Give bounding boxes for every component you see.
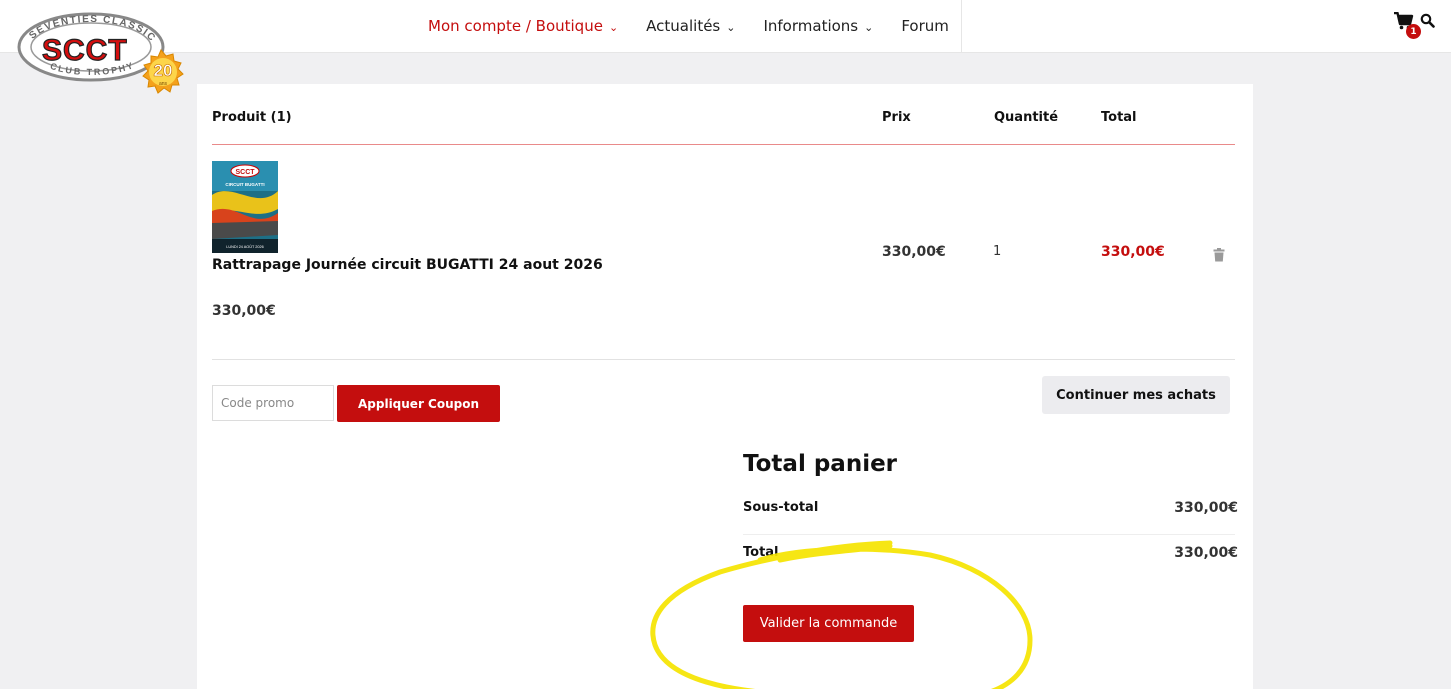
nav-item-forum[interactable]: Forum bbox=[901, 17, 949, 35]
promo-code-input[interactable] bbox=[212, 385, 334, 421]
chevron-down-icon: ⌄ bbox=[726, 20, 736, 34]
col-header-product: Produit (1) bbox=[212, 110, 292, 125]
row-quantity[interactable]: 1 bbox=[993, 244, 1001, 259]
main-nav: Mon compte / Boutique ⌄ Actualités ⌄ Inf… bbox=[428, 0, 962, 52]
cart-count-badge: 1 bbox=[1406, 24, 1421, 39]
subtotal-value: 330,00€ bbox=[1174, 500, 1238, 516]
remove-item-button[interactable] bbox=[1213, 247, 1225, 262]
total-value: 330,00€ bbox=[1174, 545, 1238, 561]
cart-button[interactable]: 1 bbox=[1394, 11, 1421, 39]
anniversary-sub: ans bbox=[159, 81, 168, 87]
product-thumbnail[interactable]: SCCT CIRCUIT BUGATTI LUNDI 24 AOÛT 2026 bbox=[212, 161, 278, 253]
row-price: 330,00€ bbox=[882, 244, 946, 260]
header-divider bbox=[212, 144, 1235, 145]
product-poster-image: SCCT CIRCUIT BUGATTI LUNDI 24 AOÛT 2026 bbox=[212, 161, 278, 253]
nav-item-label: Informations bbox=[763, 17, 859, 35]
cart-card: Produit (1) Prix Quantité Total SCCT CIR… bbox=[197, 84, 1253, 689]
scct-logo-graphic: SEVENTIES CLASSIC CLUB TROPHY SCCT 20 an… bbox=[17, 12, 184, 94]
col-header-price: Prix bbox=[882, 110, 911, 125]
top-bar: Mon compte / Boutique ⌄ Actualités ⌄ Inf… bbox=[0, 0, 1451, 53]
trash-icon bbox=[1213, 248, 1225, 262]
nav-item-label: Forum bbox=[901, 17, 949, 35]
nav-item-actualites[interactable]: Actualités ⌄ bbox=[646, 17, 735, 35]
site-logo[interactable]: SEVENTIES CLASSIC CLUB TROPHY SCCT 20 an… bbox=[16, 10, 201, 100]
cart-totals-title: Total panier bbox=[743, 451, 898, 477]
checkout-button[interactable]: Valider la commande bbox=[743, 605, 914, 642]
row-total: 330,00€ bbox=[1101, 244, 1165, 260]
totals-divider bbox=[743, 534, 1235, 535]
total-label: Total bbox=[743, 545, 779, 560]
product-name-link[interactable]: Rattrapage Journée circuit BUGATTI 24 ao… bbox=[212, 257, 603, 273]
nav-item-mon-compte[interactable]: Mon compte / Boutique ⌄ bbox=[428, 17, 618, 35]
subtotal-label: Sous-total bbox=[743, 500, 819, 515]
chevron-down-icon: ⌄ bbox=[864, 20, 874, 34]
col-header-total: Total bbox=[1101, 110, 1137, 125]
poster-date: LUNDI 24 AOÛT 2026 bbox=[226, 244, 264, 249]
search-button[interactable] bbox=[1420, 13, 1436, 29]
poster-title: SCCT bbox=[235, 169, 255, 176]
poster-subtitle: CIRCUIT BUGATTI bbox=[225, 182, 264, 187]
chevron-down-icon: ⌄ bbox=[608, 20, 619, 34]
nav-item-informations[interactable]: Informations ⌄ bbox=[763, 17, 873, 35]
apply-coupon-button[interactable]: Appliquer Coupon bbox=[337, 385, 500, 422]
nav-item-label: Actualités bbox=[646, 17, 721, 35]
logo-text: SCCT bbox=[42, 34, 128, 67]
row-divider bbox=[212, 359, 1235, 360]
continue-shopping-button[interactable]: Continuer mes achats bbox=[1042, 376, 1230, 414]
nav-item-label: Mon compte / Boutique bbox=[428, 17, 603, 35]
search-icon bbox=[1420, 13, 1435, 28]
col-header-quantity: Quantité bbox=[994, 110, 1059, 125]
anniversary-number: 20 bbox=[154, 61, 173, 80]
product-unit-price: 330,00€ bbox=[212, 303, 276, 319]
